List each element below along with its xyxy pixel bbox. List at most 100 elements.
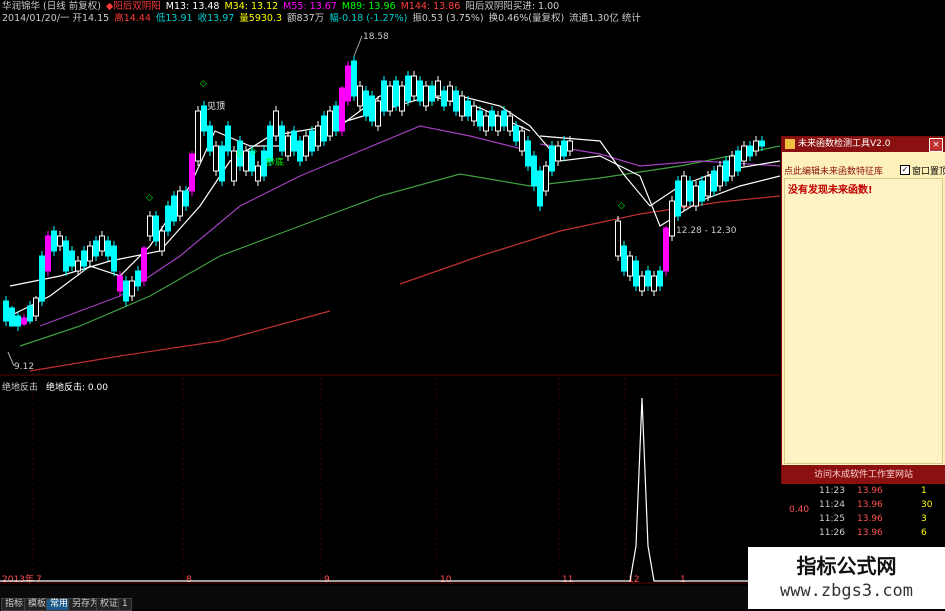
candle-body	[501, 110, 507, 127]
candle-body	[9, 307, 15, 327]
candle-body	[303, 135, 309, 157]
candle-body	[357, 85, 363, 107]
visit-website-link[interactable]: 访问木成软件工作室网站	[782, 465, 945, 485]
candle-body	[171, 195, 177, 222]
high-pointer	[353, 35, 363, 57]
candle-body	[441, 90, 447, 107]
range-label: 12.28 - 12.30	[676, 226, 737, 236]
segment: M89: 13.96	[341, 1, 396, 12]
segment: 收13.97	[197, 13, 235, 24]
x-axis-month-label: 11	[562, 575, 573, 585]
candle-body	[399, 85, 405, 112]
candle-body	[321, 115, 327, 142]
signal-mark: ◇	[146, 193, 153, 203]
candle-body	[375, 100, 381, 127]
candle-body	[153, 215, 159, 242]
candle-body	[183, 190, 189, 207]
tab-one[interactable]: 1	[118, 598, 132, 611]
candle-body	[669, 200, 675, 237]
segment: 华润锦华 (日线 前复权)	[2, 1, 101, 12]
window-title: 未来函数检测工具V2.0	[798, 139, 891, 149]
candle-body	[219, 145, 225, 182]
candle-body	[429, 85, 435, 102]
candle-body	[273, 110, 279, 137]
candle-body	[111, 245, 117, 272]
candle-body	[393, 80, 399, 107]
candle-body	[39, 255, 45, 302]
signal-spike-line	[0, 397, 780, 582]
topmost-label[interactable]: 窗口置顶	[912, 164, 945, 177]
candle-body	[681, 175, 687, 207]
candle-body	[81, 250, 87, 267]
window-title-bar[interactable]: 未来函数检测工具V2.0	[782, 137, 945, 152]
ma-red-line-2	[399, 195, 780, 285]
close-button[interactable]: ×	[929, 138, 943, 152]
candle-body	[489, 110, 495, 127]
candle-body	[159, 230, 165, 252]
candle-body	[27, 305, 33, 322]
candle-body	[567, 140, 573, 152]
signal-mark: ◇	[236, 149, 243, 159]
candle-body	[33, 297, 39, 317]
candle-body	[633, 260, 639, 287]
edit-library-link[interactable]: 点此编辑未来函数特征库	[784, 164, 883, 177]
candle-body	[675, 180, 681, 217]
candle-body	[663, 227, 669, 272]
candle-body	[285, 135, 291, 157]
segment: 2014/01/20/一 开14.15	[2, 13, 110, 24]
x-axis-month-label: 10	[440, 575, 452, 585]
candle-body	[471, 105, 477, 122]
candle-body	[141, 247, 147, 282]
trade-row: 11:24 13.96 30	[819, 500, 933, 510]
candle-body	[63, 240, 69, 272]
candle-body	[387, 85, 393, 112]
candle-body	[213, 145, 219, 172]
candle-body	[225, 125, 231, 152]
candle-body	[87, 245, 93, 262]
candle-body	[693, 185, 699, 207]
ma-red-line-1	[29, 310, 331, 372]
candle-body	[327, 110, 333, 137]
candle-body	[117, 275, 123, 292]
segment: M13: 13.48	[165, 1, 220, 12]
candle-body	[279, 125, 285, 152]
candle-body	[465, 100, 471, 117]
kline-chart[interactable]: 2013年 7 8 9 10 11 12 118.589.1212.28 - 12.30见顶抄…	[0, 26, 780, 586]
candle-body	[729, 155, 735, 177]
x-axis-month-label: 7	[36, 575, 42, 585]
signal-mark: ◇	[618, 201, 625, 211]
candle-body	[495, 115, 501, 132]
candle-body	[177, 190, 183, 217]
future-function-checker-window[interactable]: 未来函数检测工具V2.0 × 点此编辑未来函数特征库 ✓ 窗口置顶 没有发现未来…	[781, 136, 945, 486]
candle-body	[639, 275, 645, 292]
candle-body	[189, 153, 195, 192]
candle-body	[555, 145, 561, 162]
segment: 量5930.3	[239, 13, 283, 24]
candle-body	[51, 230, 57, 252]
candle-body	[627, 255, 633, 277]
candle-body	[195, 110, 201, 162]
candle-body	[543, 165, 549, 192]
candle-body	[537, 170, 543, 207]
candle-body	[711, 170, 717, 192]
candle-body	[267, 125, 273, 162]
sub-chart-title: 绝地反击	[2, 381, 38, 393]
candle-body	[255, 165, 261, 182]
candle-body	[435, 80, 441, 97]
candle-body	[723, 160, 729, 182]
candle-body	[519, 130, 525, 152]
segment: 低13.91	[155, 13, 193, 24]
app-icon	[785, 139, 795, 149]
candle-body	[339, 87, 345, 132]
candle-body	[297, 140, 303, 162]
candle-body	[405, 75, 411, 102]
candle-body	[417, 80, 423, 102]
signal-mark: ◇	[200, 79, 207, 89]
topmost-checkbox[interactable]: ✓	[900, 165, 910, 175]
candle-body	[735, 150, 741, 172]
segment: 换0.46%(量复权)	[488, 13, 565, 24]
x-axis-month-label: 1	[680, 575, 686, 585]
candle-body	[147, 215, 153, 237]
segment: M55: 13.67	[283, 1, 337, 12]
candle-body	[453, 90, 459, 112]
